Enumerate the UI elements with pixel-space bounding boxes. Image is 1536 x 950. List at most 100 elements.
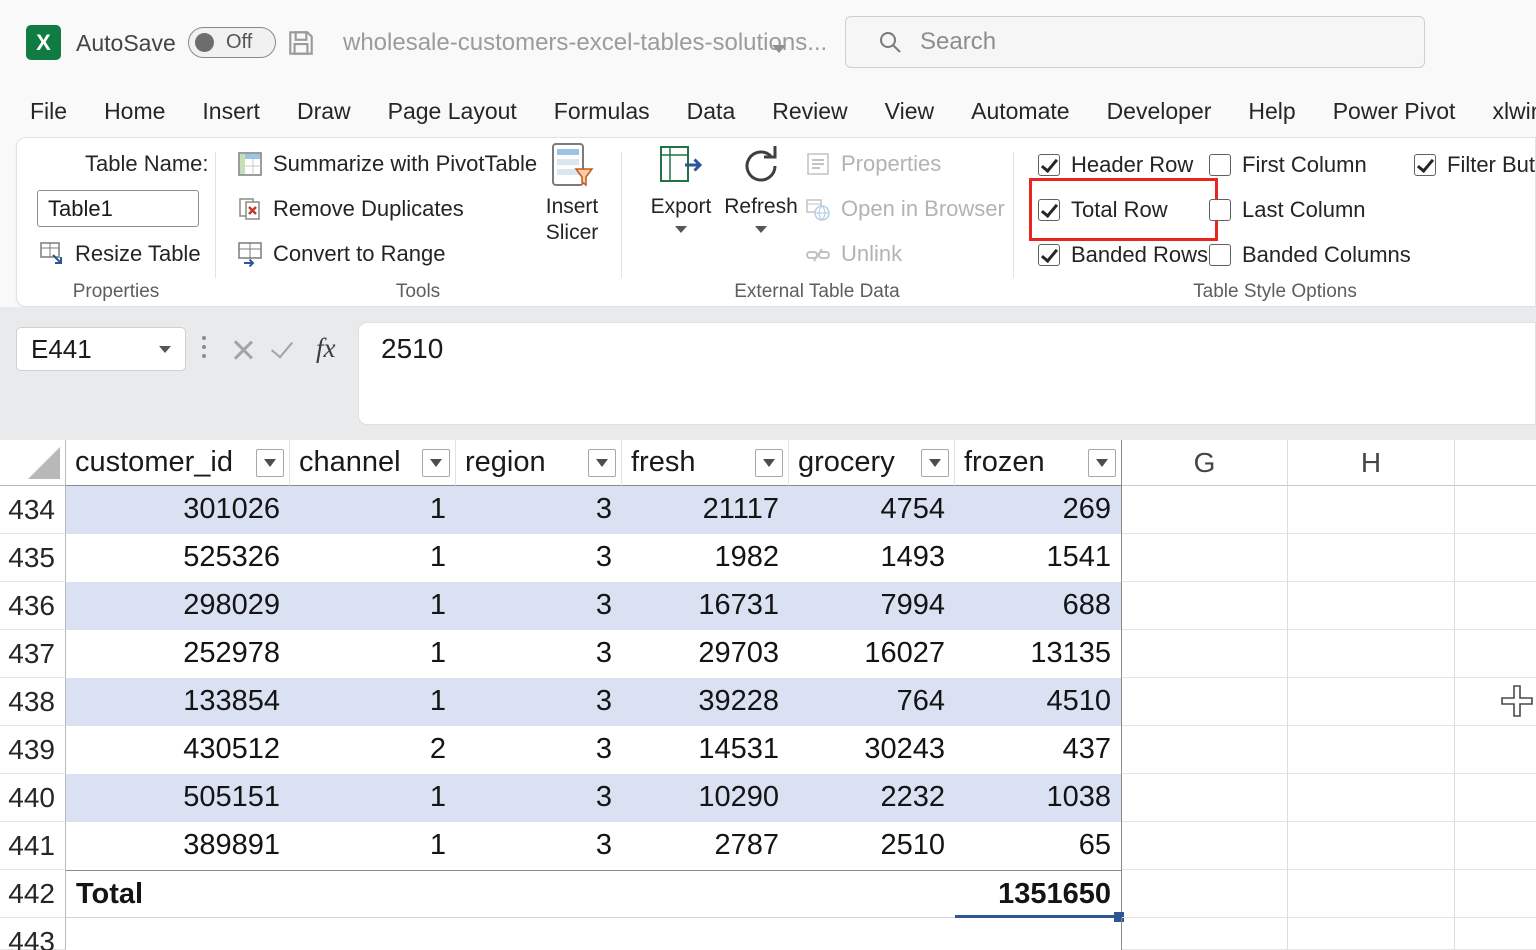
column-header-region[interactable]: region bbox=[456, 440, 622, 486]
tab-review[interactable]: Review bbox=[772, 98, 847, 125]
cell-D438[interactable]: 39228 bbox=[622, 678, 789, 726]
table-name-input[interactable] bbox=[37, 190, 199, 227]
cell-empty[interactable] bbox=[1288, 582, 1455, 630]
cell-D443[interactable] bbox=[622, 918, 789, 950]
cell-F438[interactable]: 4510 bbox=[955, 678, 1122, 726]
cell-D434[interactable]: 21117 bbox=[622, 486, 789, 534]
cell-empty[interactable] bbox=[1122, 918, 1288, 950]
filter-button-channel[interactable] bbox=[422, 449, 450, 477]
cell-E435[interactable]: 1493 bbox=[789, 534, 955, 582]
cell-A437[interactable]: 252978 bbox=[66, 630, 290, 678]
tab-page-layout[interactable]: Page Layout bbox=[388, 98, 517, 125]
checkbox-box-icon[interactable] bbox=[1038, 154, 1060, 176]
refresh-button[interactable]: Refresh bbox=[719, 141, 803, 233]
cell-A438[interactable]: 133854 bbox=[66, 678, 290, 726]
cell-B435[interactable]: 1 bbox=[290, 534, 456, 582]
insert-function-icon[interactable]: fx bbox=[316, 333, 336, 364]
cell-D440[interactable]: 10290 bbox=[622, 774, 789, 822]
cell-empty[interactable] bbox=[1455, 486, 1536, 534]
external-properties-button[interactable]: Properties bbox=[799, 144, 947, 184]
row-header-442[interactable]: 442 bbox=[0, 870, 66, 918]
row-header-439[interactable]: 439 bbox=[0, 726, 66, 774]
document-title-chevron-icon[interactable] bbox=[772, 40, 786, 58]
cell-A436[interactable]: 298029 bbox=[66, 582, 290, 630]
checkbox-box-icon[interactable] bbox=[1209, 154, 1231, 176]
checkbox-banded-columns[interactable]: Banded Columns bbox=[1209, 232, 1414, 277]
cell-C436[interactable]: 3 bbox=[456, 582, 622, 630]
cell-C434[interactable]: 3 bbox=[456, 486, 622, 534]
column-header-customer-id[interactable]: customer_id bbox=[66, 440, 290, 486]
cell-F442[interactable]: 1351650 bbox=[955, 870, 1122, 918]
tab-xlwings[interactable]: xlwings bbox=[1492, 98, 1536, 125]
column-header-grocery[interactable]: grocery bbox=[789, 440, 955, 486]
cell-D436[interactable]: 16731 bbox=[622, 582, 789, 630]
tab-file[interactable]: File bbox=[30, 98, 67, 125]
cell-E434[interactable]: 4754 bbox=[789, 486, 955, 534]
cell-empty[interactable] bbox=[1288, 534, 1455, 582]
cell-empty[interactable] bbox=[1288, 774, 1455, 822]
checkbox-banded-rows[interactable]: Banded Rows bbox=[1038, 232, 1209, 277]
cell-C442[interactable] bbox=[456, 870, 622, 918]
cell-B434[interactable]: 1 bbox=[290, 486, 456, 534]
cell-empty[interactable] bbox=[1122, 486, 1288, 534]
cell-empty[interactable] bbox=[1122, 630, 1288, 678]
tab-formulas[interactable]: Formulas bbox=[554, 98, 650, 125]
checkbox-box-icon[interactable] bbox=[1209, 244, 1231, 266]
cell-F440[interactable]: 1038 bbox=[955, 774, 1122, 822]
row-header-435[interactable]: 435 bbox=[0, 534, 66, 582]
cell-A441[interactable]: 389891 bbox=[66, 822, 290, 870]
tab-view[interactable]: View bbox=[885, 98, 934, 125]
cell-empty[interactable] bbox=[1288, 822, 1455, 870]
cell-empty[interactable] bbox=[1455, 918, 1536, 950]
cell-C440[interactable]: 3 bbox=[456, 774, 622, 822]
cell-A435[interactable]: 525326 bbox=[66, 534, 290, 582]
tab-draw[interactable]: Draw bbox=[297, 98, 351, 125]
cell-empty[interactable] bbox=[1288, 726, 1455, 774]
cell-D442[interactable] bbox=[622, 870, 789, 918]
row-header-434[interactable]: 434 bbox=[0, 486, 66, 534]
cell-C437[interactable]: 3 bbox=[456, 630, 622, 678]
cell-B436[interactable]: 1 bbox=[290, 582, 456, 630]
filter-button-fresh[interactable] bbox=[755, 449, 783, 477]
cell-E442[interactable] bbox=[789, 870, 955, 918]
autosave-toggle[interactable]: Off bbox=[188, 27, 276, 58]
cell-empty[interactable] bbox=[1122, 582, 1288, 630]
cell-empty[interactable] bbox=[1122, 774, 1288, 822]
cell-empty[interactable] bbox=[1455, 822, 1536, 870]
checkbox-last-column[interactable]: Last Column bbox=[1209, 187, 1414, 232]
summarize-with-pivottable-button[interactable]: Summarize with PivotTable bbox=[231, 144, 543, 184]
row-header-438[interactable]: 438 bbox=[0, 678, 66, 726]
filter-button-region[interactable] bbox=[588, 449, 616, 477]
cell-A443[interactable] bbox=[66, 918, 290, 950]
cell-empty[interactable] bbox=[1288, 918, 1455, 950]
cell-E441[interactable]: 2510 bbox=[789, 822, 955, 870]
formula-input[interactable]: 2510 bbox=[358, 322, 1536, 425]
checkbox-box-icon[interactable] bbox=[1038, 199, 1060, 221]
checkbox-box-icon[interactable] bbox=[1209, 199, 1231, 221]
filter-button-customer-id[interactable] bbox=[256, 449, 284, 477]
cell-A439[interactable]: 430512 bbox=[66, 726, 290, 774]
cell-F439[interactable]: 437 bbox=[955, 726, 1122, 774]
checkbox-total-row[interactable]: Total Row bbox=[1038, 187, 1209, 232]
cell-E440[interactable]: 2232 bbox=[789, 774, 955, 822]
cell-B438[interactable]: 1 bbox=[290, 678, 456, 726]
cell-B437[interactable]: 1 bbox=[290, 630, 456, 678]
remove-duplicates-button[interactable]: Remove Duplicates bbox=[231, 189, 470, 229]
checkbox-header-row[interactable]: Header Row bbox=[1038, 142, 1209, 187]
checkbox-box-icon[interactable] bbox=[1414, 154, 1436, 176]
insert-slicer-button[interactable]: InsertSlicer bbox=[530, 141, 614, 246]
column-header-channel[interactable]: channel bbox=[290, 440, 456, 486]
tab-developer[interactable]: Developer bbox=[1107, 98, 1212, 125]
export-button[interactable]: Export bbox=[639, 141, 723, 233]
cell-empty[interactable] bbox=[1122, 534, 1288, 582]
cell-A440[interactable]: 505151 bbox=[66, 774, 290, 822]
cell-empty[interactable] bbox=[1455, 582, 1536, 630]
column-header-g[interactable]: G bbox=[1122, 440, 1288, 486]
cell-D437[interactable]: 29703 bbox=[622, 630, 789, 678]
cell-empty[interactable] bbox=[1122, 726, 1288, 774]
cell-C443[interactable] bbox=[456, 918, 622, 950]
cell-empty[interactable] bbox=[1288, 678, 1455, 726]
search-box[interactable] bbox=[845, 16, 1425, 68]
row-header-437[interactable]: 437 bbox=[0, 630, 66, 678]
cell-F441[interactable]: 65 bbox=[955, 822, 1122, 870]
